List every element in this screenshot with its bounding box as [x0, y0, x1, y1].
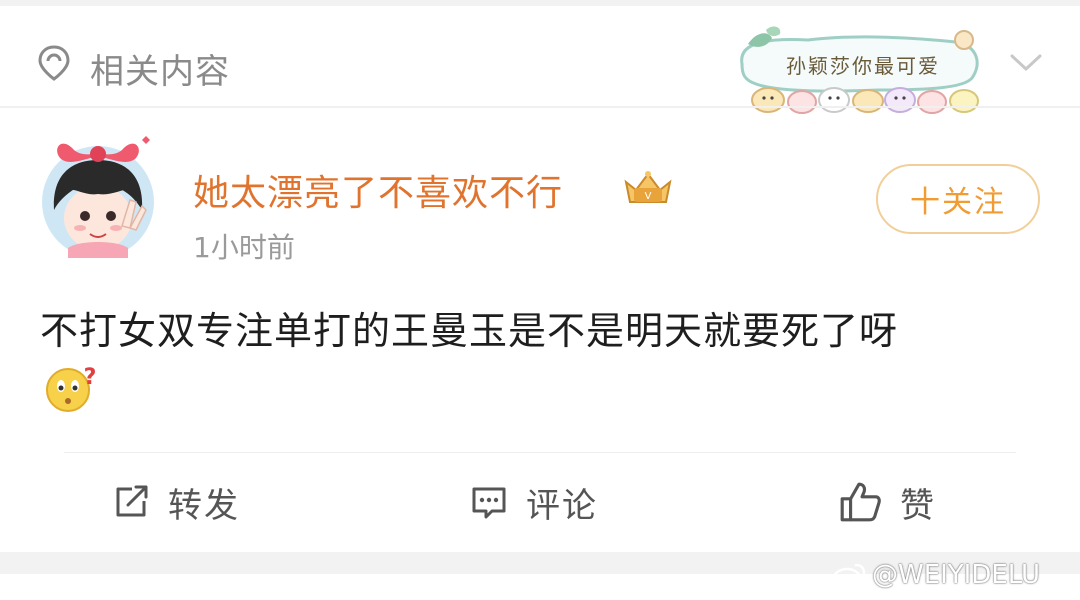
- username[interactable]: 她太漂亮了不喜欢不行: [193, 164, 563, 216]
- like-label: 赞: [900, 485, 936, 526]
- post-text: 不打女双专注单打的王曼玉是不是明天就要死了呀: [40, 309, 899, 353]
- comment-icon: [472, 487, 506, 519]
- post-timestamp: 1小时前: [193, 231, 295, 264]
- vip-crown-icon: V: [624, 171, 672, 203]
- location-pin-icon: [38, 45, 70, 81]
- repost-icon: [116, 485, 148, 517]
- thumbs-up-icon: [840, 482, 881, 522]
- repost-label: 转发: [168, 485, 240, 526]
- question-emoji-icon: ?: [46, 365, 97, 412]
- like-button[interactable]: 赞: [838, 480, 936, 526]
- decorative-sticker: 孙颖莎你最可爱: [728, 24, 990, 114]
- watermark-text: @WEIYIDELU: [872, 560, 1041, 590]
- actions-divider: [64, 452, 1016, 453]
- avatar[interactable]: [38, 130, 158, 260]
- sticker-text: 孙颖莎你最可爱: [786, 54, 940, 78]
- svg-text:V: V: [645, 191, 652, 202]
- comment-button[interactable]: 评论: [470, 480, 598, 526]
- svg-text:?: ?: [84, 365, 97, 390]
- comment-label: 评论: [526, 485, 598, 526]
- related-content-header: 相关内容 孙颖莎你最可爱: [0, 0, 1080, 114]
- header-divider: [0, 106, 1080, 108]
- watermark: @WEIYIDELU: [832, 560, 1040, 590]
- follow-button[interactable]: 十关注: [876, 164, 1040, 234]
- chevron-down-icon[interactable]: [1008, 50, 1044, 74]
- repost-button[interactable]: 转发: [112, 480, 240, 526]
- weibo-icon: [832, 563, 866, 589]
- section-title: 相关内容: [90, 52, 230, 92]
